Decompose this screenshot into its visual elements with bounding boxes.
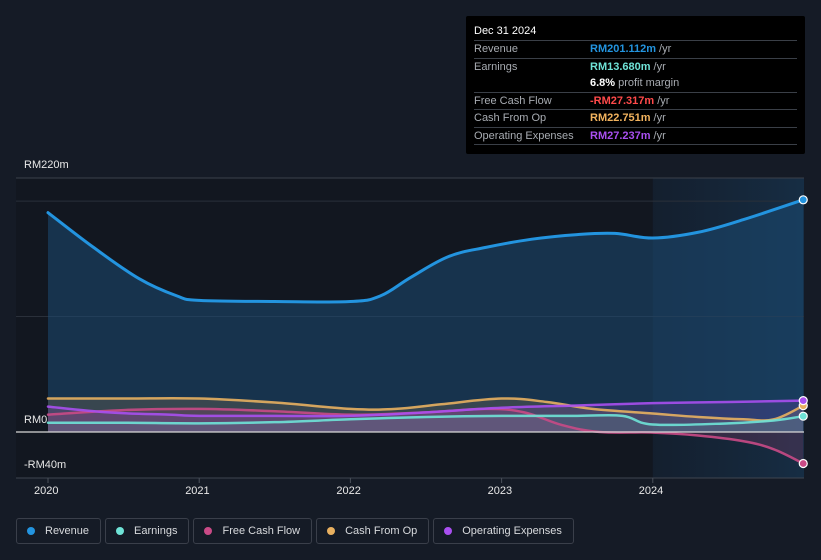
tooltip-label: Earnings [474, 60, 518, 73]
chart-legend: Revenue Earnings Free Cash Flow Cash Fro… [16, 518, 574, 544]
tooltip-unit: /yr [657, 94, 670, 107]
tooltip-label: Operating Expenses [474, 129, 574, 142]
legend-label: Free Cash Flow [222, 525, 301, 537]
y-tick-label: RM0 [24, 414, 48, 426]
x-tick-label: 2024 [638, 485, 664, 497]
tooltip-label: Cash From Op [474, 112, 547, 124]
legend-item-revenue[interactable]: Revenue [16, 518, 102, 544]
x-tick-label: 2021 [185, 485, 210, 497]
tooltip-value: RM22.751m [590, 112, 651, 124]
legend-label: Cash From Op [345, 525, 418, 537]
legend-label: Earnings [134, 525, 178, 537]
tooltip-row-cash-from-op: Cash From Op RM22.751m /yr [474, 110, 797, 128]
tooltip-unit: /yr [653, 60, 666, 73]
tooltip-row-free-cash-flow: Free Cash Flow -RM27.317m /yr [474, 93, 797, 110]
legend-item-operating-expenses[interactable]: Operating Expenses [433, 518, 574, 544]
tooltip-unit: /yr [653, 112, 666, 124]
tooltip-value: -RM27.317m [590, 94, 655, 107]
legend-label: Operating Expenses [462, 525, 562, 537]
tooltip-value: RM13.680m [590, 60, 651, 73]
legend-label: Revenue [45, 525, 90, 537]
tooltip-row-operating-expenses: Operating Expenses RM27.237m /yr [474, 128, 797, 145]
legend-dot-icon [204, 527, 213, 535]
tooltip-row-earnings: Earnings RM13.680m /yr [474, 59, 797, 76]
y-tick-label: -RM40m [24, 459, 67, 471]
tooltip-label: Free Cash Flow [474, 94, 552, 107]
legend-item-cash-from-op[interactable]: Cash From Op [316, 518, 430, 544]
x-tick-label: 2023 [487, 485, 513, 497]
tooltip-date: Dec 31 2024 [474, 22, 797, 41]
tooltip-row-revenue: Revenue RM201.112m /yr [474, 41, 797, 59]
legend-dot-icon [116, 527, 125, 535]
operating-expenses-endpoint-marker [798, 395, 808, 406]
legend-dot-icon [444, 527, 453, 535]
legend-dot-icon [327, 527, 336, 535]
tooltip-panel: Dec 31 2024 Revenue RM201.112m /yr Earni… [466, 16, 805, 154]
tooltip-label [474, 75, 590, 92]
x-tick-label: 2020 [34, 485, 59, 497]
legend-item-earnings[interactable]: Earnings [105, 518, 190, 544]
legend-dot-icon [27, 527, 35, 535]
tooltip-label: Revenue [474, 43, 519, 55]
tooltip-value: RM201.112m [590, 43, 657, 55]
earnings-endpoint-marker [798, 411, 808, 421]
y-tick-label: RM220m [24, 159, 69, 171]
x-tick-label: 2022 [336, 485, 361, 497]
free-cash-flow-endpoint-marker [798, 458, 808, 469]
tooltip-row-profit-margin: 6.8% profit margin [474, 75, 797, 93]
tooltip-value: RM27.237m [590, 129, 651, 142]
tooltip-unit: /yr [659, 43, 672, 55]
profit-margin-text: profit margin [618, 77, 680, 89]
tooltip-unit: /yr [653, 129, 666, 142]
revenue-endpoint-marker [798, 195, 808, 205]
profit-margin-value: 6.8% [590, 77, 616, 89]
legend-item-free-cash-flow[interactable]: Free Cash Flow [193, 518, 313, 544]
